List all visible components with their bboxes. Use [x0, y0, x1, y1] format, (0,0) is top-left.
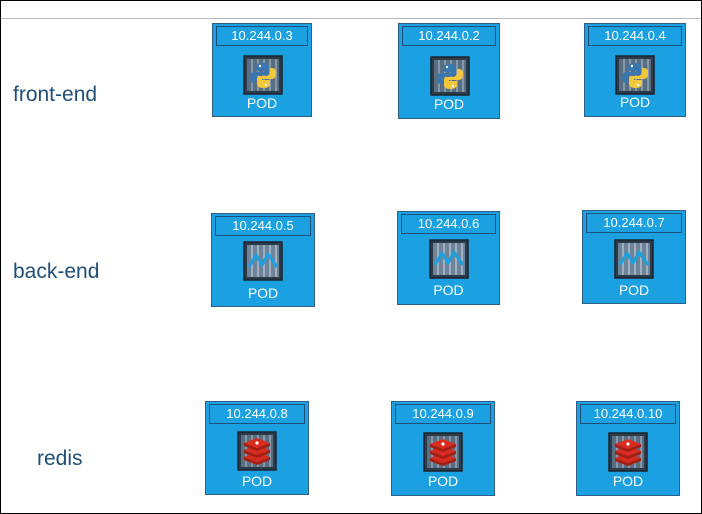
pod-label: POD — [433, 282, 464, 298]
pod-redis-1[interactable]: 10.244.0.8 POD — [205, 401, 309, 495]
redis-container-icon — [237, 431, 277, 471]
row-label-front-end: front-end — [13, 83, 98, 106]
pod-back-end-1[interactable]: 10.244.0.5 POD — [211, 213, 315, 307]
pod-ip: 10.244.0.7 — [586, 213, 682, 233]
pod-ip: 10.244.0.4 — [588, 26, 682, 46]
pod-label: POD — [241, 473, 273, 489]
row-label-back-end: back-end — [13, 260, 100, 283]
backend-container-icon — [243, 241, 283, 281]
pod-back-end-3[interactable]: 10.244.0.7 POD — [582, 210, 686, 304]
pod-front-end-3[interactable]: 10.244.0.4 POD — [584, 23, 686, 117]
diagram-canvas: front-end back-end redis 10.244.0.3 POD … — [0, 0, 702, 514]
pod-label: POD — [433, 96, 465, 112]
pod-front-end-1[interactable]: 10.244.0.3 POD — [212, 23, 312, 117]
pod-front-end-2[interactable]: 10.244.0.2 POD — [398, 23, 500, 119]
row-label-redis: redis — [37, 447, 83, 470]
pod-label: POD — [612, 473, 644, 489]
pod-label: POD — [618, 282, 650, 298]
redis-container-icon — [608, 432, 648, 472]
pod-label: POD — [427, 473, 459, 489]
pod-ip: 10.244.0.3 — [216, 26, 308, 46]
python-container-icon — [430, 56, 470, 96]
pod-ip: 10.244.0.9 — [395, 404, 491, 424]
pod-redis-2[interactable]: 10.244.0.9 POD — [391, 401, 495, 496]
pod-label: POD — [247, 285, 279, 301]
backend-container-icon — [429, 239, 469, 279]
pod-ip: 10.244.0.2 — [402, 26, 496, 46]
pod-redis-3[interactable]: 10.244.0.10 POD — [576, 401, 680, 496]
backend-container-icon — [614, 239, 654, 279]
pod-label: POD — [246, 95, 278, 111]
redis-container-icon — [423, 432, 463, 472]
pod-ip: 10.244.0.10 — [580, 404, 676, 424]
pod-ip: 10.244.0.6 — [401, 214, 496, 234]
pod-back-end-2[interactable]: 10.244.0.6 POD — [397, 211, 500, 305]
python-container-icon — [243, 55, 283, 95]
pod-ip: 10.244.0.8 — [209, 404, 305, 424]
top-divider — [1, 18, 701, 19]
pod-ip: 10.244.0.5 — [215, 216, 311, 236]
pod-label: POD — [619, 94, 651, 110]
python-container-icon — [615, 55, 655, 95]
